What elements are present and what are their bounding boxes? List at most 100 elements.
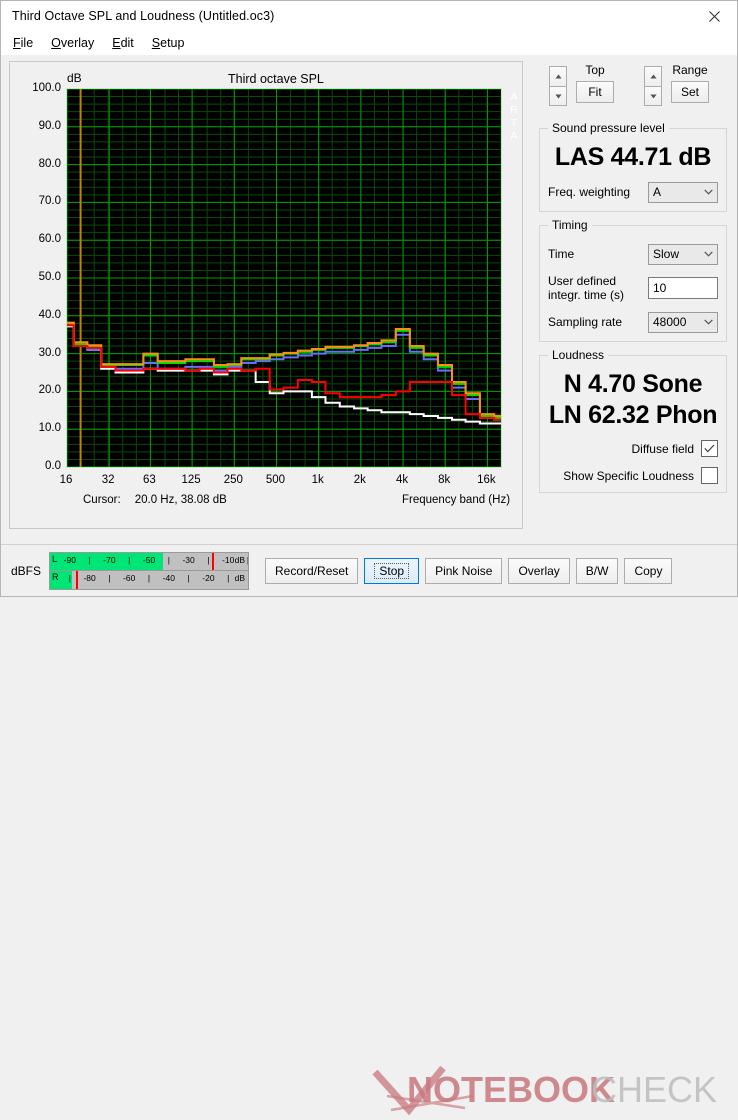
- x-axis-tick-label: 500: [265, 474, 286, 486]
- top-label: Top: [585, 63, 605, 77]
- integration-time-label: User defined integr. time (s): [548, 274, 648, 302]
- time-select[interactable]: Slow: [648, 243, 718, 265]
- level-meter-divider: |: [108, 573, 111, 583]
- dbfs-label: dBFS: [11, 563, 42, 578]
- chevron-down-icon: [704, 189, 713, 195]
- copy-button[interactable]: Copy: [624, 557, 673, 584]
- freq-weighting-row: Freq. weighting A: [548, 181, 718, 203]
- menu-file-mnemonic: F: [13, 36, 21, 50]
- sampling-rate-label: Sampling rate: [548, 315, 623, 329]
- x-axis-title: Frequency band (Hz): [402, 494, 511, 506]
- top-control-group: Top Fit: [549, 63, 614, 106]
- record-reset-button[interactable]: Record/Reset: [265, 557, 359, 584]
- menu-file-rest: ile: [20, 36, 34, 50]
- x-axis-tick-label: 125: [181, 474, 201, 486]
- timing-group: Timing Time Slow User defined integr. ti…: [539, 218, 727, 342]
- pink-noise-button[interactable]: Pink Noise: [425, 557, 503, 584]
- range-label: Range: [672, 63, 708, 77]
- specific-loudness-checkbox[interactable]: [701, 467, 718, 484]
- range-decrease-button[interactable]: [644, 86, 662, 106]
- level-meter: L dB -90 | -70 | -50 | -30 | -10 | R dB -80 | -60 | -…: [49, 551, 250, 590]
- level-meter-divider: |: [147, 573, 151, 583]
- menu-item-edit[interactable]: Edit: [112, 36, 134, 50]
- cursor-value: 20.0 Hz, 38.08 dB: [134, 494, 227, 506]
- loudness-phon-value: LN 62.32 Phon: [548, 401, 718, 429]
- chevron-down-icon: [704, 251, 713, 257]
- diffuse-field-checkbox[interactable]: [701, 440, 718, 457]
- level-meter-tick: -10: [222, 554, 235, 565]
- level-meter-divider: |: [187, 573, 190, 583]
- specific-loudness-row[interactable]: Show Specific Loudness: [548, 467, 718, 484]
- scale-controls: Top Fit Range Set: [537, 63, 729, 115]
- button-label: B/W: [585, 563, 609, 578]
- time-label: Time: [548, 247, 575, 261]
- top-increase-button[interactable]: [549, 66, 567, 86]
- checkmark-icon: [704, 444, 715, 453]
- window-title: Third Octave SPL and Loudness (Untitled.…: [12, 9, 275, 23]
- menu-item-overlay[interactable]: Overlay: [51, 36, 94, 50]
- level-meter-right-peak: [75, 571, 78, 589]
- level-meter-tick: -50: [142, 554, 156, 565]
- button-label: Record/Reset: [275, 563, 349, 578]
- menu-setup-mnemonic: S: [151, 36, 161, 50]
- menu-overlay-rest: verlay: [60, 36, 95, 50]
- level-meter-tick: -60: [123, 573, 136, 583]
- menu-edit-rest: dit: [120, 36, 134, 50]
- x-axis-tick-label: 63: [143, 474, 156, 486]
- x-axis-tick-label: 250: [223, 474, 243, 486]
- diffuse-field-row[interactable]: Diffuse field: [548, 440, 718, 457]
- stop-button[interactable]: Stop: [364, 557, 420, 584]
- spl-graph-panel[interactable]: Third octave SPL dB 0.0 10.0 20.0 30.0 40.0 5…: [9, 61, 523, 529]
- level-meter-tick: -30: [182, 554, 195, 565]
- sampling-rate-select[interactable]: 48000: [648, 311, 718, 333]
- close-icon[interactable]: [692, 2, 737, 31]
- top-spinner[interactable]: [549, 66, 567, 106]
- level-meter-tick: -40: [162, 573, 175, 583]
- range-increase-button[interactable]: [644, 66, 662, 86]
- level-meter-right: R dB -80 | -60 | -40 | -20 | |: [50, 571, 248, 589]
- level-meter-divider: |: [68, 573, 71, 583]
- x-axis-tick-label: 1k: [311, 474, 324, 486]
- action-buttons: Record/Reset Stop Pink Noise Overlay B/W Copy: [265, 557, 673, 584]
- freq-weighting-select[interactable]: A: [648, 181, 718, 203]
- level-meter-left-channel: L: [52, 553, 58, 564]
- level-meter-left-unit: dB: [234, 554, 246, 565]
- level-meter-tick: -70: [103, 554, 116, 565]
- x-axis-labels: 16 32 63 125 250 500 1k 2k 4k 8k 16k: [10, 62, 524, 530]
- loudness-legend: Loudness: [552, 348, 605, 362]
- button-label: Pink Noise: [435, 563, 493, 578]
- level-meter-right-channel: R: [52, 572, 59, 582]
- sampling-rate-value: 48000: [653, 315, 687, 329]
- range-spinner[interactable]: [644, 66, 662, 106]
- menu-overlay-mnemonic: O: [51, 36, 61, 50]
- b-w-button[interactable]: B/W: [575, 557, 619, 584]
- main-content: Third octave SPL dB 0.0 10.0 20.0 30.0 40.0 5…: [1, 55, 737, 544]
- menu-item-file[interactable]: File: [13, 36, 33, 50]
- integration-time-input[interactable]: 10: [648, 277, 718, 299]
- level-meter-tick: -80: [83, 573, 96, 583]
- range-labels: Range Set: [671, 63, 709, 103]
- x-axis-tick-label: 4k: [395, 474, 409, 486]
- application-window: Third Octave SPL and Loudness (Untitled.…: [0, 0, 738, 1116]
- integration-time-label-line1: User defined: [548, 274, 617, 288]
- loudness-group: Loudness N 4.70 Sone LN 62.32 Phon Diffu…: [539, 348, 727, 493]
- x-axis-tick-label: 32: [101, 474, 115, 486]
- level-meter-divider: |: [88, 554, 91, 565]
- loudness-sone-value: N 4.70 Sone: [563, 370, 703, 398]
- top-decrease-button[interactable]: [549, 86, 567, 106]
- svg-text:CHECK: CHECK: [591, 1069, 717, 1110]
- level-meter-divider: |: [246, 554, 250, 565]
- control-pane: Top Fit Range Set Sound pressure level L…: [531, 55, 737, 544]
- fit-button[interactable]: Fit: [576, 81, 614, 103]
- x-axis-tick-label: 8k: [438, 474, 451, 486]
- time-value: Slow: [653, 247, 680, 261]
- chevron-down-icon: [704, 319, 713, 325]
- spl-legend: Sound pressure level: [552, 121, 665, 135]
- level-meter-divider: |: [128, 554, 131, 565]
- overlay-button[interactable]: Overlay: [508, 557, 570, 584]
- set-button[interactable]: Set: [671, 81, 709, 103]
- graph-pane: Third octave SPL dB 0.0 10.0 20.0 30.0 40.0 5…: [1, 55, 531, 544]
- level-meter-tick: -90: [63, 554, 76, 565]
- menu-item-setup[interactable]: Setup: [152, 36, 185, 50]
- sound-pressure-level-group: Sound pressure level LAS 44.71 dB Freq. …: [539, 121, 727, 212]
